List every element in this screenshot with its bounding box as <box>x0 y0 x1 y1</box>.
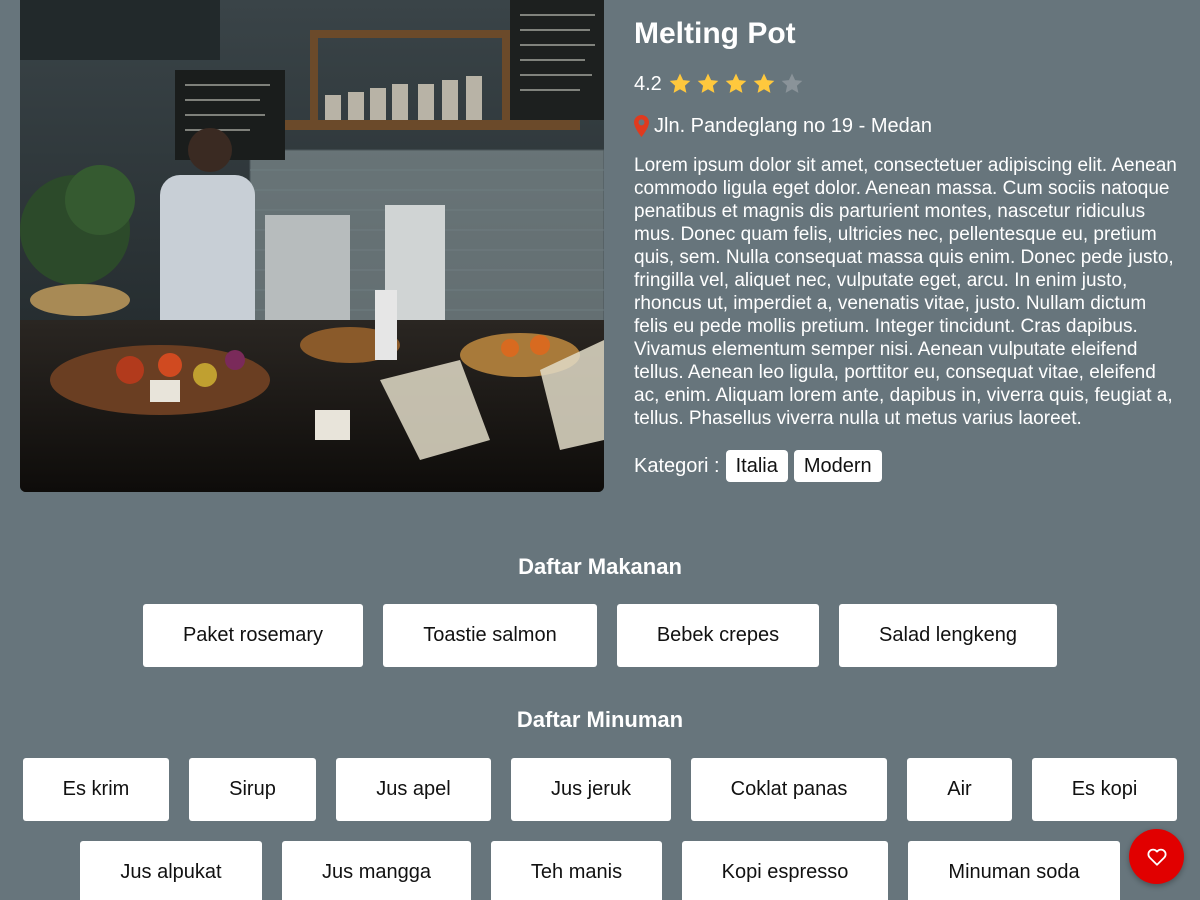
heart-icon <box>1146 848 1167 866</box>
category-row: Kategori : Italia Modern <box>634 450 1184 482</box>
star-icon <box>752 72 776 96</box>
restaurant-photo <box>20 0 604 492</box>
drink-item[interactable]: Minuman soda <box>908 841 1120 900</box>
star-icon <box>724 72 748 96</box>
drink-item[interactable]: Jus jeruk <box>511 758 671 821</box>
drink-item[interactable]: Jus alpukat <box>80 841 262 900</box>
drink-list-row-1: Es krim Sirup Jus apel Jus jeruk Coklat … <box>0 758 1200 821</box>
drink-item[interactable]: Es kopi <box>1032 758 1177 821</box>
rating: 4.2 <box>634 70 1184 98</box>
restaurant-name: Melting Pot <box>634 17 796 50</box>
star-icon <box>780 72 804 96</box>
drink-item[interactable]: Jus apel <box>336 758 491 821</box>
favorite-button[interactable] <box>1129 829 1184 884</box>
food-section-title: Daftar Makanan <box>518 554 682 579</box>
food-item[interactable]: Toastie salmon <box>383 604 597 667</box>
restaurant-description: Lorem ipsum dolor sit amet, consectetuer… <box>634 155 1177 429</box>
address: Jln. Pandeglang no 19 - Medan <box>634 112 1184 140</box>
restaurant-info: Melting Pot 4.2 Jln. Pandeglang no 19 - … <box>634 16 1184 482</box>
food-item[interactable]: Bebek crepes <box>617 604 819 667</box>
drink-item[interactable]: Kopi espresso <box>682 841 888 900</box>
drink-list-row-2: Jus alpukat Jus mangga Teh manis Kopi es… <box>0 841 1200 900</box>
drink-item[interactable]: Es krim <box>23 758 169 821</box>
drink-item[interactable]: Teh manis <box>491 841 662 900</box>
category-tag-modern[interactable]: Modern <box>793 450 882 482</box>
star-icon <box>696 72 720 96</box>
food-list: Paket rosemary Toastie salmon Bebek crep… <box>0 604 1200 667</box>
food-item[interactable]: Salad lengkeng <box>839 604 1057 667</box>
food-item[interactable]: Paket rosemary <box>143 604 363 667</box>
map-pin-icon <box>634 115 649 137</box>
drink-item[interactable]: Sirup <box>189 758 316 821</box>
drink-section-title: Daftar Minuman <box>516 707 684 732</box>
rating-stars <box>668 72 808 96</box>
drink-item[interactable]: Coklat panas <box>691 758 887 821</box>
category-tag-italia[interactable]: Italia <box>725 450 788 482</box>
drink-item[interactable]: Jus mangga <box>282 841 471 900</box>
rating-value: 4.2 <box>634 72 662 95</box>
star-icon <box>668 72 692 96</box>
address-text: Jln. Pandeglang no 19 - Medan <box>654 114 932 137</box>
category-label: Kategori : <box>634 454 720 477</box>
drink-item[interactable]: Air <box>907 758 1012 821</box>
